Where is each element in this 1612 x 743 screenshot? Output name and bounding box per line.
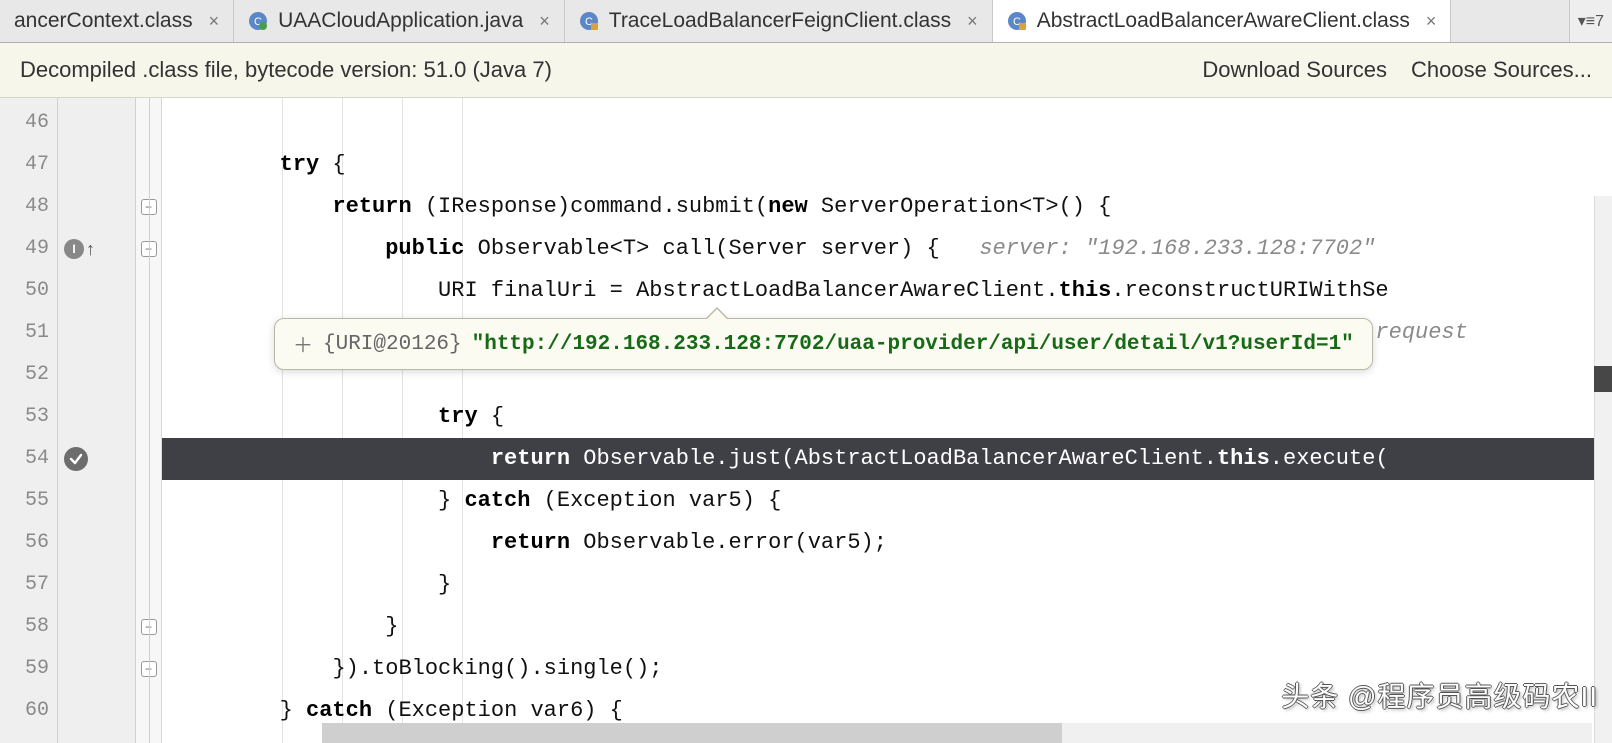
class-file-icon: C: [1007, 11, 1027, 31]
code-line: }: [162, 606, 1612, 648]
line-number: 54: [0, 438, 57, 480]
expand-icon[interactable]: ＋: [293, 329, 313, 359]
line-number: 55: [0, 480, 57, 522]
download-sources-link[interactable]: Download Sources: [1202, 57, 1387, 83]
tooltip-object-id: {URI@20126}: [323, 333, 462, 356]
class-file-icon: C: [579, 11, 599, 31]
code-line: public Observable<T> call(Server server)…: [162, 228, 1612, 270]
scrollbar-thumb[interactable]: [322, 723, 1062, 743]
line-number: 48: [0, 186, 57, 228]
code-line-breakpoint: return Observable.just(AbstractLoadBalan…: [162, 438, 1612, 480]
code-view[interactable]: try { return (IResponse)command.submit(n…: [162, 98, 1612, 743]
code-line: try {: [162, 396, 1612, 438]
tabbar-overflow[interactable]: ▾≡7: [1569, 0, 1612, 42]
line-number: 51: [0, 312, 57, 354]
close-icon[interactable]: ×: [967, 11, 978, 32]
code-line: [162, 102, 1612, 144]
line-number: 59: [0, 648, 57, 690]
error-stripe[interactable]: [1594, 196, 1612, 743]
code-line: URI finalUri = AbstractLoadBalancerAware…: [162, 270, 1612, 312]
banner-actions: Download Sources Choose Sources...: [1202, 57, 1592, 83]
tab-label: AbstractLoadBalancerAwareClient.class: [1037, 9, 1410, 33]
line-number: 58: [0, 606, 57, 648]
line-number: 50: [0, 270, 57, 312]
overflow-label: ▾≡7: [1578, 11, 1604, 31]
line-number: 49: [0, 228, 57, 270]
close-icon[interactable]: ×: [1426, 11, 1437, 32]
decompiled-banner: Decompiled .class file, bytecode version…: [0, 43, 1612, 98]
tab-uaacloudapplication[interactable]: C UAACloudApplication.java ×: [234, 0, 565, 42]
choose-sources-link[interactable]: Choose Sources...: [1411, 57, 1592, 83]
stripe-marker[interactable]: [1594, 366, 1612, 392]
line-number: 56: [0, 522, 57, 564]
breakpoint-icon[interactable]: [64, 447, 88, 471]
java-file-icon: C: [248, 11, 268, 31]
up-arrow-icon[interactable]: ↑: [86, 239, 95, 260]
horizontal-scrollbar[interactable]: [322, 723, 1592, 743]
implements-icon[interactable]: I: [64, 239, 84, 259]
line-number: 52: [0, 354, 57, 396]
code-line: try {: [162, 144, 1612, 186]
line-number: 47: [0, 144, 57, 186]
tab-label: UAACloudApplication.java: [278, 9, 523, 33]
close-icon[interactable]: ×: [209, 11, 220, 32]
fold-gutter: − − − −: [136, 98, 162, 743]
gutter-icons: I ↑: [58, 98, 136, 743]
close-icon[interactable]: ×: [539, 11, 550, 32]
editor-tabbar: ancerContext.class × C UAACloudApplicati…: [0, 0, 1612, 43]
tab-traceloadbalancer[interactable]: C TraceLoadBalancerFeignClient.class ×: [565, 0, 993, 42]
code-line: return (IResponse)command.submit(new Ser…: [162, 186, 1612, 228]
editor-area: 46 47 48 49 50 51 52 53 54 55 56 57 58 5…: [0, 98, 1612, 743]
code-line: }).toBlocking().single();: [162, 648, 1612, 690]
code-line: }: [162, 564, 1612, 606]
line-number: 46: [0, 102, 57, 144]
line-number: 60: [0, 690, 57, 732]
line-number-gutter: 46 47 48 49 50 51 52 53 54 55 56 57 58 5…: [0, 98, 58, 743]
debug-value-tooltip[interactable]: ＋ {URI@20126} "http://192.168.233.128:77…: [274, 318, 1373, 370]
line-number: 57: [0, 564, 57, 606]
line-number: 53: [0, 396, 57, 438]
tab-label: ancerContext.class: [14, 9, 193, 33]
banner-text: Decompiled .class file, bytecode version…: [20, 57, 552, 83]
code-line: return Observable.error(var5);: [162, 522, 1612, 564]
tab-label: TraceLoadBalancerFeignClient.class: [609, 9, 951, 33]
tab-abstractloadbalancer[interactable]: C AbstractLoadBalancerAwareClient.class …: [993, 0, 1452, 42]
tooltip-value: "http://192.168.233.128:7702/uaa-provide…: [472, 333, 1354, 356]
code-line: } catch (Exception var5) {: [162, 480, 1612, 522]
tab-ancercontext[interactable]: ancerContext.class ×: [0, 0, 234, 42]
